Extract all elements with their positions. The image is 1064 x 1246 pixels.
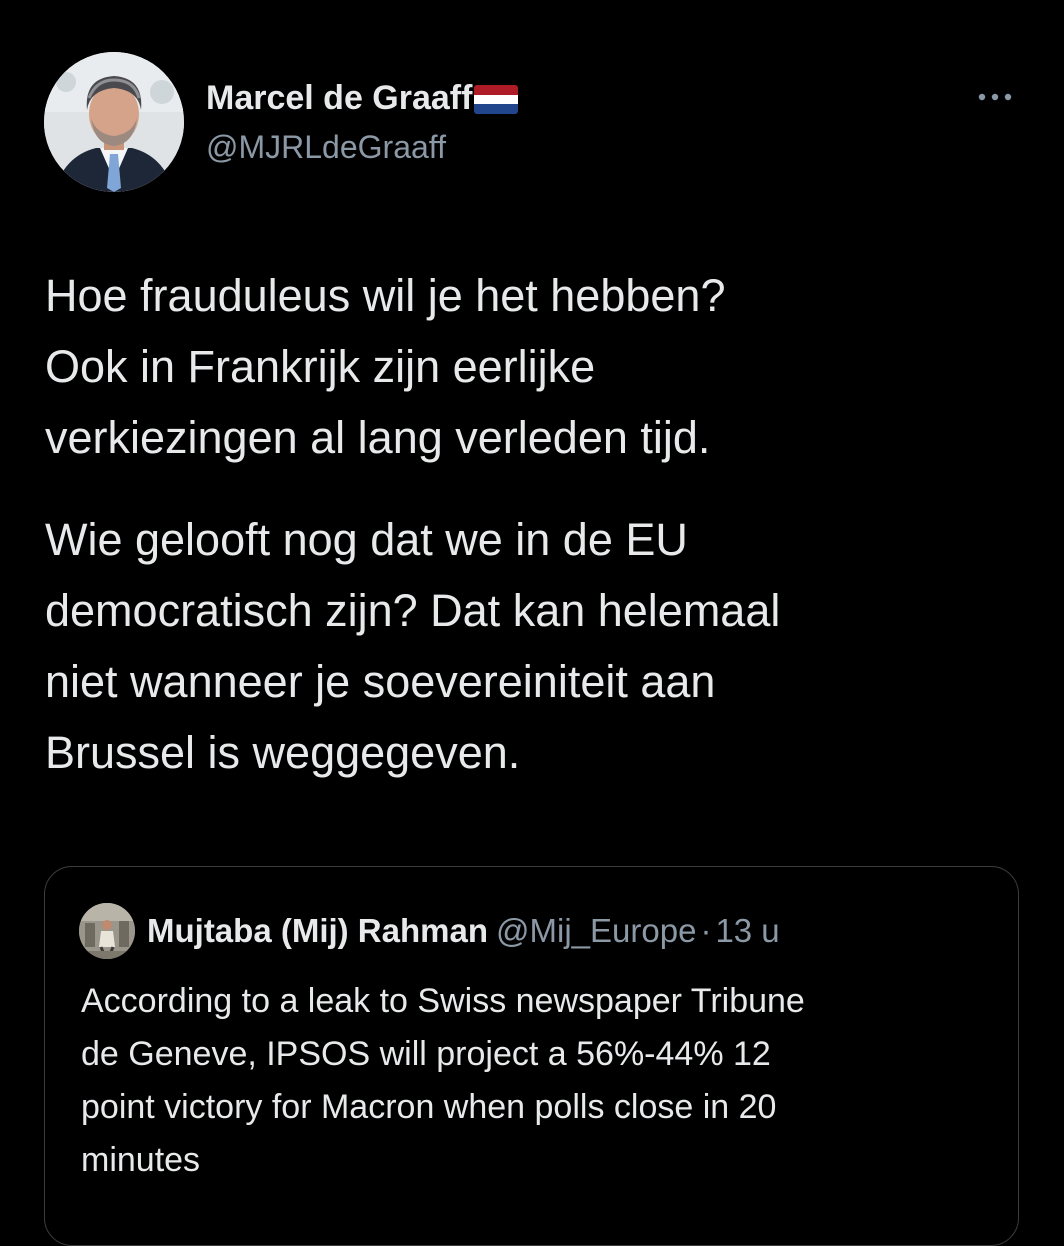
quoted-tweet-text-content: According to a leak to Swiss newspaper T… (81, 982, 805, 1179)
separator-dot: · (700, 912, 712, 949)
quoted-author-handle[interactable]: @Mij_Europe (496, 912, 696, 949)
author-display-name[interactable]: Marcel de Graaff (206, 78, 472, 118)
quoted-tweet-header: Mujtaba (Mij) Rahman @Mij_Europe · 13 u (147, 911, 780, 951)
more-options-button[interactable] (970, 80, 1020, 114)
quoted-tweet-text: According to a leak to Swiss newspaper T… (81, 975, 986, 1187)
profile-photo-icon (79, 903, 135, 959)
quoted-tweet-card[interactable]: Mujtaba (Mij) Rahman @Mij_Europe · 13 u Acc… (44, 866, 1019, 1246)
quoted-author-avatar[interactable] (79, 903, 135, 959)
tweet-text: Hoe frauduleus wil je het hebben? Ook in… (45, 260, 1035, 788)
author-handle[interactable]: @MJRLdeGraaff (206, 128, 446, 166)
author-avatar[interactable] (44, 52, 184, 192)
tweet-paragraph: Hoe frauduleus wil je het hebben? Ook in… (45, 270, 726, 463)
author-display-name-row[interactable]: Marcel de Graaff (206, 78, 519, 118)
quoted-tweet-time[interactable]: 13 u (715, 912, 779, 949)
tweet-paragraph: Wie gelooft nog dat we in de EU democrat… (45, 514, 781, 778)
more-horizontal-icon (978, 93, 1012, 101)
netherlands-flag-icon (474, 84, 519, 114)
profile-photo-icon (44, 52, 184, 192)
quoted-author-name[interactable]: Mujtaba (Mij) Rahman (147, 912, 488, 949)
